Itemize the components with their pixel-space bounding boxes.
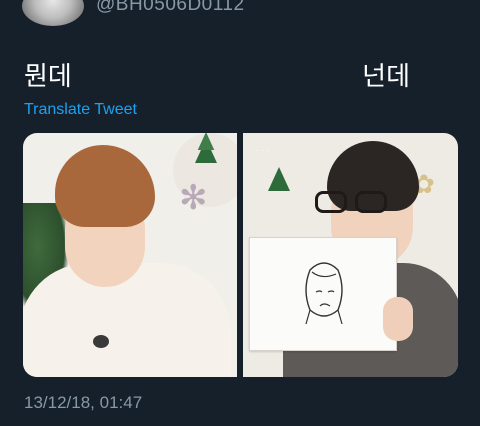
christmas-tree-icon — [268, 167, 290, 191]
translate-tweet-link[interactable]: Translate Tweet — [24, 101, 137, 119]
tweet-text-right: 넌데 — [362, 62, 410, 92]
glasses-icon — [315, 191, 395, 215]
person-hair — [55, 145, 155, 227]
drawing-paper — [249, 237, 397, 351]
watermark: · · · — [255, 145, 271, 156]
tweet-timestamp: 13/12/18, 01:47 — [24, 393, 143, 412]
tweet-detail: @BH0506D0112 뭔데 넌데 Translate Tweet ✻ · ·… — [0, 0, 480, 426]
photo-right[interactable]: · · · ✿ — [243, 133, 458, 377]
snowflake-icon: ✻ — [179, 179, 208, 217]
tweet-text-left: 뭔데 — [24, 62, 72, 92]
microphone-icon — [93, 335, 109, 348]
user-handle[interactable]: @BH0506D0112 — [96, 0, 245, 16]
tweet-text: 뭔데 넌데 — [24, 56, 410, 93]
hand — [383, 297, 413, 341]
face-sketch-icon — [305, 262, 343, 325]
photo-left[interactable]: ✻ — [23, 133, 237, 377]
avatar[interactable] — [22, 0, 84, 26]
tweet-media[interactable]: ✻ · · · ✿ — [23, 133, 458, 377]
